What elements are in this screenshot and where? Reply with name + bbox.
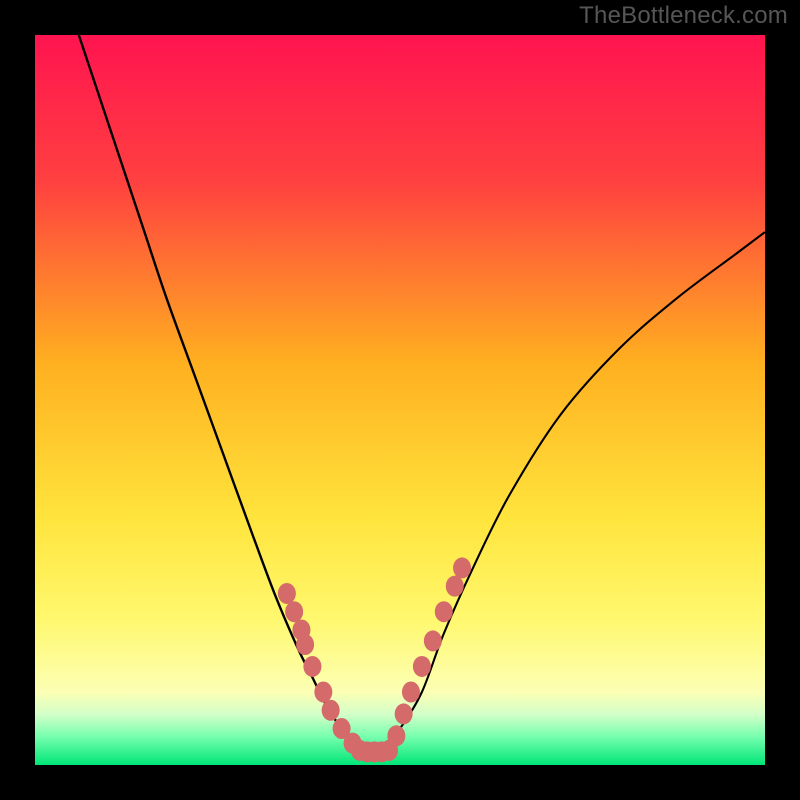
marker-dot	[380, 740, 398, 761]
watermark-text: TheBottleneck.com	[579, 2, 788, 30]
marker-dot	[453, 557, 471, 578]
marker-dot	[303, 656, 321, 677]
marker-dot	[395, 703, 413, 724]
marker-dot	[424, 630, 442, 651]
marker-dot	[322, 700, 340, 721]
marker-dot	[435, 601, 453, 622]
chart-frame: TheBottleneck.com	[0, 0, 800, 800]
marker-dot	[278, 583, 296, 604]
curve-layer	[35, 35, 765, 765]
marker-dot	[296, 634, 314, 655]
plot-area	[35, 35, 765, 765]
data-markers	[278, 557, 471, 762]
right-curve	[371, 232, 765, 750]
marker-dot	[413, 656, 431, 677]
marker-dot	[402, 682, 420, 703]
left-curve	[79, 35, 371, 750]
marker-dot	[314, 682, 332, 703]
marker-dot	[285, 601, 303, 622]
marker-dot	[446, 576, 464, 597]
